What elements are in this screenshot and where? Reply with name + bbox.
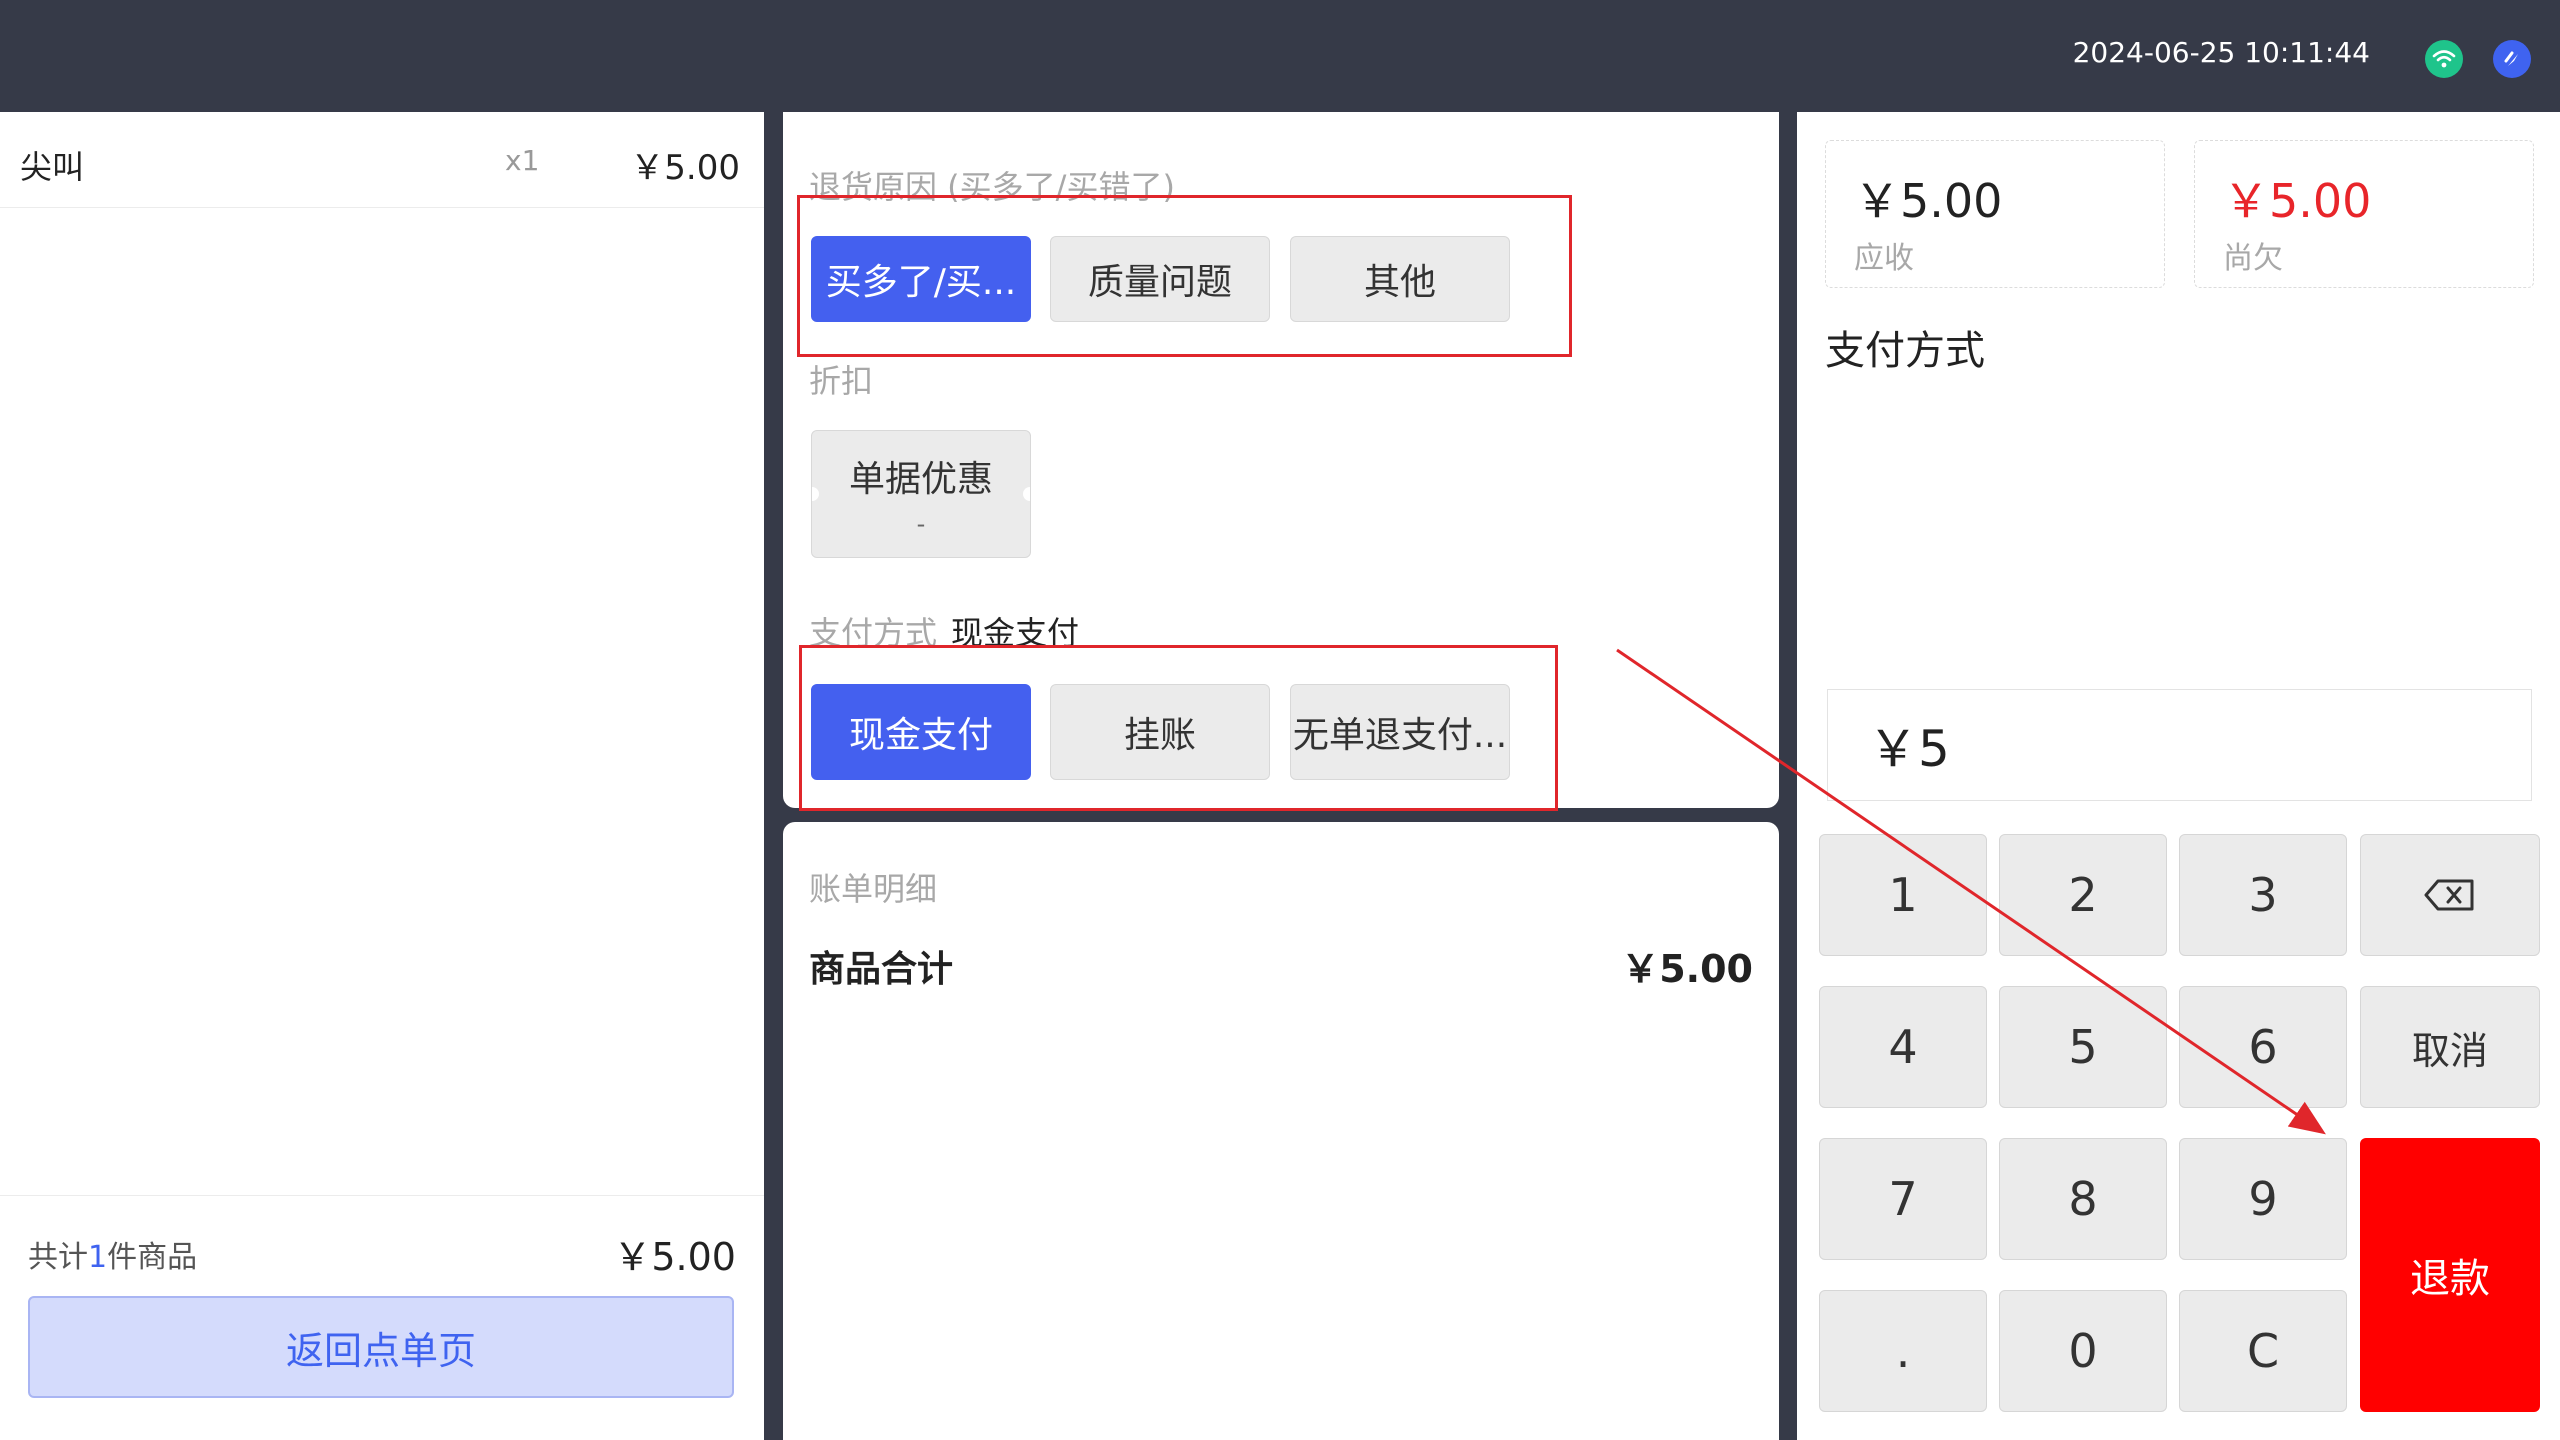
- brand-logo-icon[interactable]: [2493, 40, 2531, 78]
- payment-option-cash[interactable]: 现金支付: [811, 684, 1031, 780]
- bill-detail-label: 账单明细: [809, 870, 938, 908]
- receivable-card: ￥5.00 应收: [1825, 140, 2165, 288]
- owed-label: 尚欠: [2223, 241, 2283, 276]
- backspace-key[interactable]: [2360, 834, 2540, 956]
- back-to-order-button[interactable]: 返回点单页: [28, 1296, 734, 1398]
- cart-total-amount: ￥5.00: [613, 1235, 736, 1279]
- ticket-notch-left: [812, 487, 819, 501]
- key-9[interactable]: 9: [2179, 1138, 2347, 1260]
- order-discount-title: 单据优惠: [848, 459, 993, 500]
- payment-option-no-order-refund[interactable]: 无单退支付...: [1290, 684, 1510, 780]
- refund-options-panel: 退货原因 (买多了/买错了) 买多了/买... 质量问题 其他 折扣 单据优惠 …: [783, 112, 1779, 808]
- total-prefix: 共计: [28, 1240, 88, 1275]
- wifi-icon[interactable]: [2425, 40, 2463, 78]
- ticket-notch-right: [1023, 487, 1030, 501]
- key-6[interactable]: 6: [2179, 986, 2347, 1108]
- payment-panel: ￥5.00 应收 ￥5.00 尚欠 支付方式 ￥5 1 2 3 4 5 6 取消…: [1797, 112, 2560, 1440]
- payment-method-current: 现金支付: [951, 614, 1080, 652]
- total-suffix: 件商品: [107, 1240, 198, 1275]
- cart-total-count-label: 共计1件商品: [28, 1232, 197, 1276]
- owed-amount: ￥5.00: [2223, 174, 2372, 228]
- receivable-amount: ￥5.00: [1854, 174, 2003, 228]
- reason-option-bought-too-much[interactable]: 买多了/买...: [811, 236, 1031, 322]
- key-1[interactable]: 1: [1819, 834, 1987, 956]
- datetime: 2024-06-25 10:11:44: [2072, 36, 2370, 69]
- reason-option-other[interactable]: 其他: [1290, 236, 1510, 322]
- discount-label: 折扣: [809, 362, 874, 400]
- payment-method-label: 支付方式 现金支付: [809, 608, 1079, 654]
- key-8[interactable]: 8: [1999, 1138, 2167, 1260]
- payment-methods-title: 支付方式: [1825, 328, 1985, 374]
- key-decimal[interactable]: .: [1819, 1290, 1987, 1412]
- refund-button[interactable]: 退款: [2360, 1138, 2540, 1412]
- amount-input[interactable]: ￥5: [1827, 689, 2532, 801]
- key-0[interactable]: 0: [1999, 1290, 2167, 1412]
- total-count: 1: [88, 1240, 108, 1275]
- key-2[interactable]: 2: [1999, 834, 2167, 956]
- payment-option-credit[interactable]: 挂账: [1050, 684, 1270, 780]
- bill-detail-panel: 账单明细 商品合计 ￥5.00: [783, 822, 1779, 1440]
- cart-panel: 尖叫 x1 ￥5.00 共计1件商品 ￥5.00 返回点单页: [0, 112, 764, 1440]
- cart-footer: 共计1件商品 ￥5.00 返回点单页: [0, 1195, 764, 1440]
- payment-method-label-text: 支付方式: [809, 614, 938, 652]
- order-discount-ticket[interactable]: 单据优惠 -: [811, 430, 1031, 558]
- owed-card: ￥5.00 尚欠: [2194, 140, 2534, 288]
- order-discount-value: -: [916, 510, 926, 538]
- cart-item-qty: x1: [505, 144, 540, 177]
- key-7[interactable]: 7: [1819, 1138, 1987, 1260]
- receivable-label: 应收: [1854, 241, 1914, 276]
- backspace-icon: [2424, 879, 2474, 911]
- key-3[interactable]: 3: [2179, 834, 2347, 956]
- cart-item[interactable]: 尖叫 x1 ￥5.00: [0, 112, 764, 208]
- key-5[interactable]: 5: [1999, 986, 2167, 1108]
- key-4[interactable]: 4: [1819, 986, 1987, 1108]
- reason-option-quality[interactable]: 质量问题: [1050, 236, 1270, 322]
- cart-item-name: 尖叫: [20, 148, 85, 186]
- top-bar: 2024-06-25 10:11:44: [0, 0, 2560, 112]
- cart-item-price: ￥5.00: [630, 148, 740, 188]
- bill-subtotal-amount: ￥5.00: [1621, 947, 1753, 991]
- key-clear[interactable]: C: [2179, 1290, 2347, 1412]
- return-reason-label: 退货原因 (买多了/买错了): [809, 168, 1175, 206]
- bill-subtotal-label: 商品合计: [809, 949, 954, 990]
- cancel-key[interactable]: 取消: [2360, 986, 2540, 1108]
